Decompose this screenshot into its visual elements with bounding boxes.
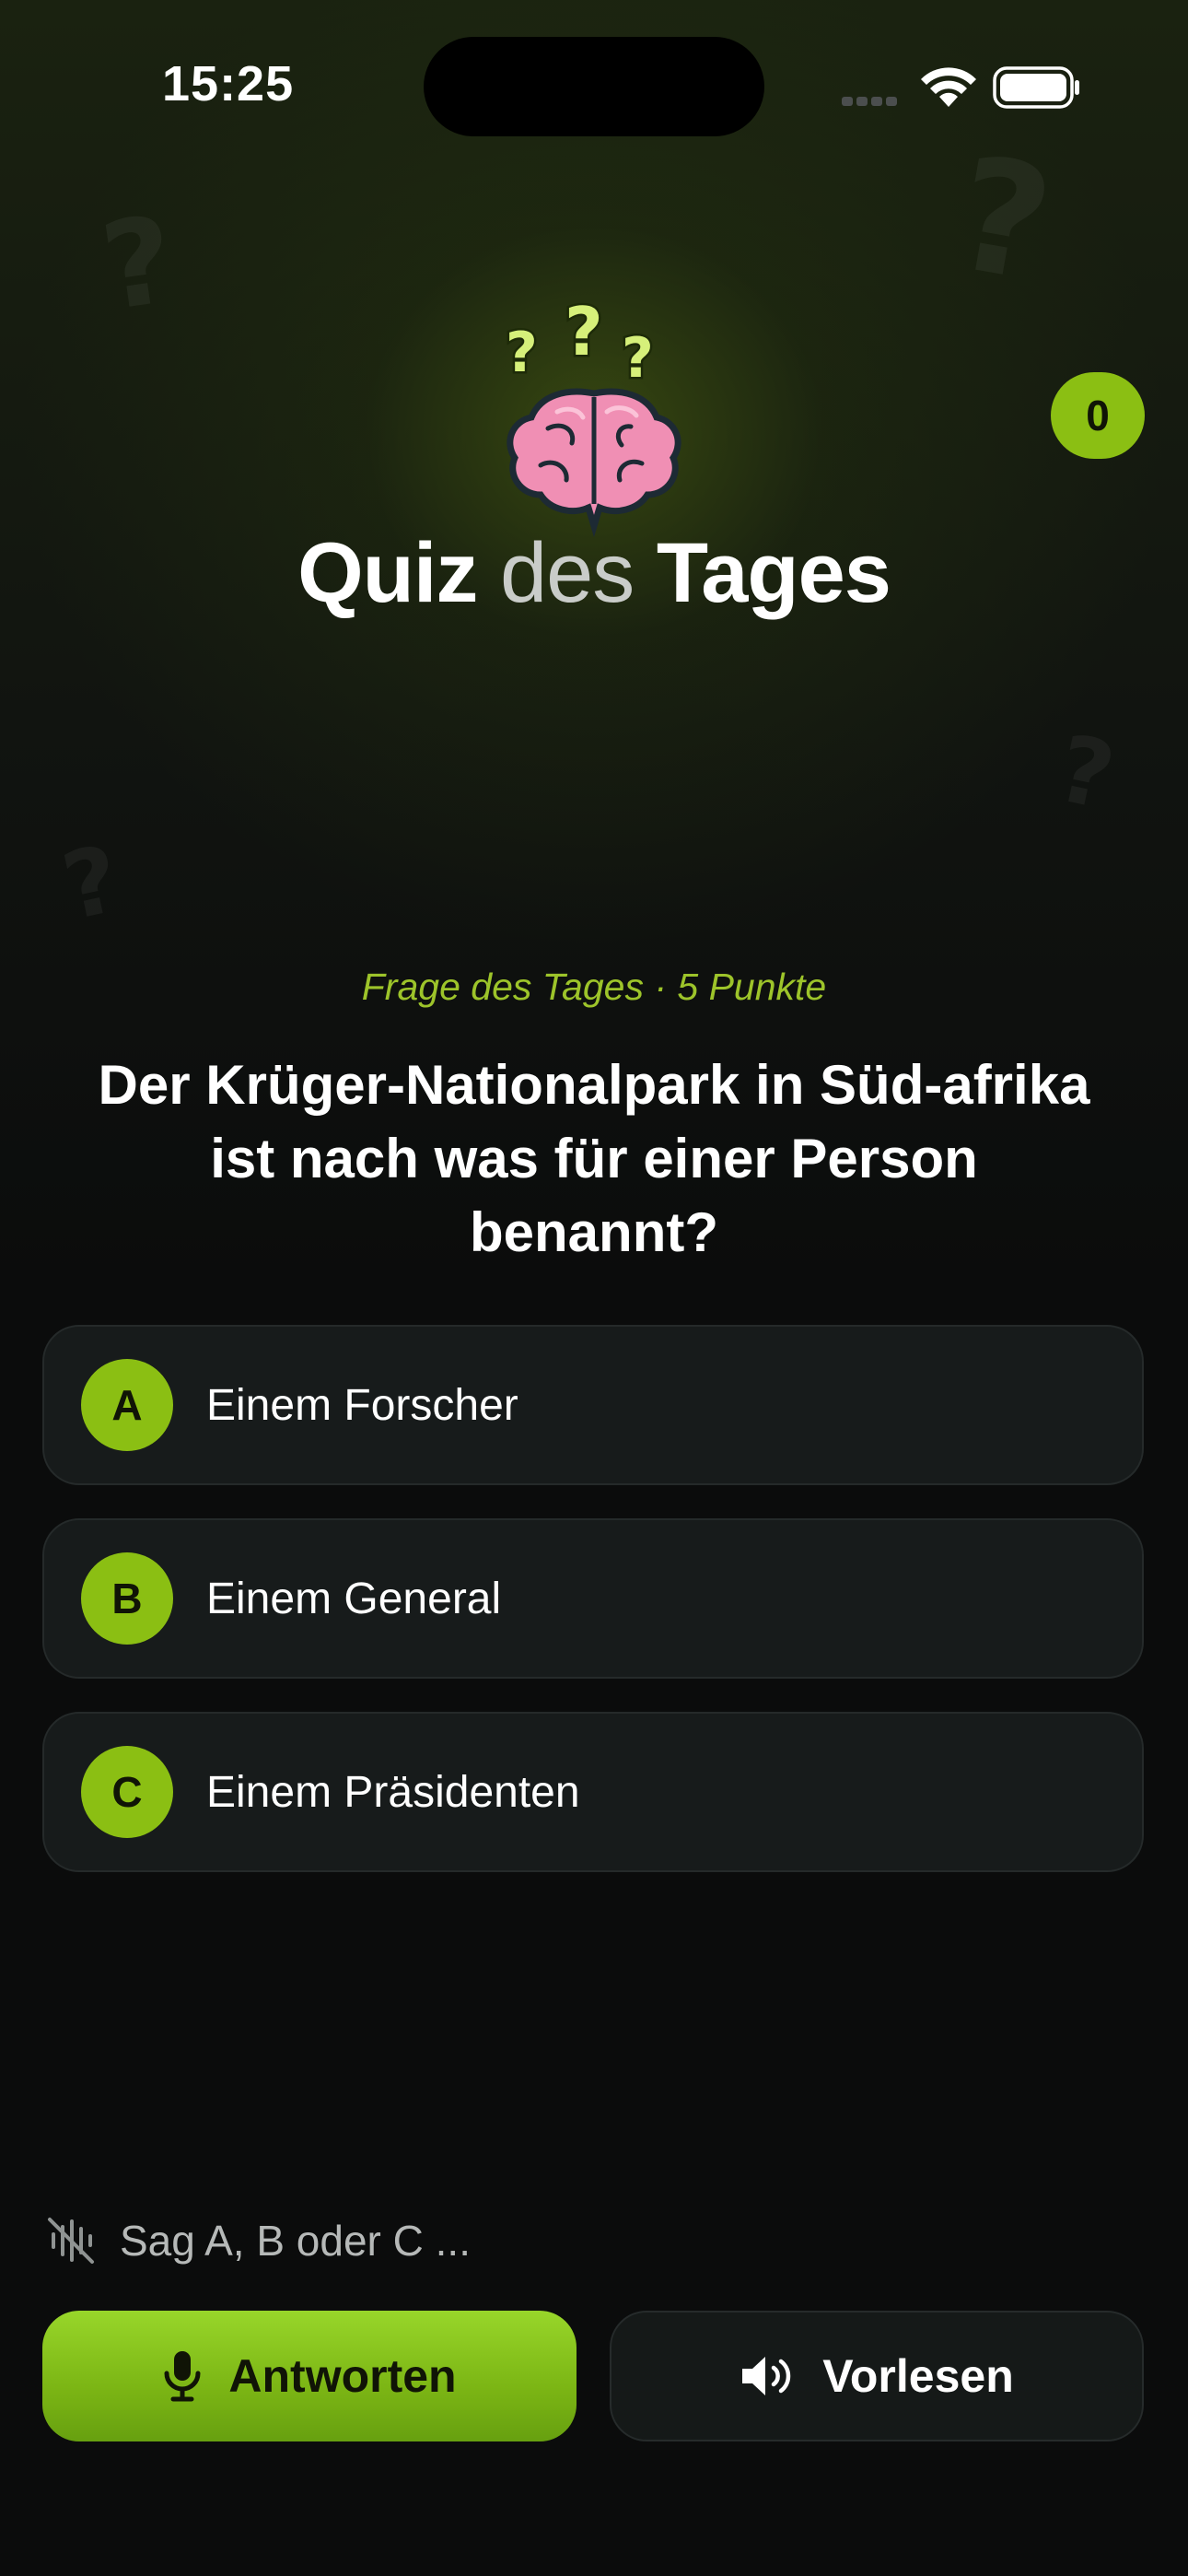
wifi-icon: [921, 67, 976, 107]
cellular-signal-icon: [842, 94, 901, 111]
answer-label: Einem Forscher: [206, 1380, 518, 1430]
status-time: 15:25: [162, 56, 295, 111]
dynamic-island: [424, 37, 764, 136]
voice-hint-text: Sag A, B oder C ...: [120, 2217, 471, 2265]
status-bar: 15:25: [0, 0, 1188, 166]
answer-letter-badge: C: [81, 1746, 173, 1838]
voice-hint: Sag A, B oder C ...: [46, 2216, 471, 2266]
title-des: des: [499, 526, 635, 620]
battery-icon: [993, 66, 1079, 109]
read-aloud-button[interactable]: Vorlesen: [610, 2311, 1144, 2441]
svg-text:?: ?: [506, 321, 538, 385]
page-title: Quiz des Tages: [0, 525, 1188, 622]
answer-option-b[interactable]: B Einem General: [42, 1518, 1144, 1679]
answer-label: Einem General: [206, 1574, 502, 1623]
question-meta: Frage des Tages · 5 Punkte: [361, 966, 827, 1008]
title-tages: Tages: [656, 526, 891, 620]
answer-option-a[interactable]: A Einem Forscher: [42, 1325, 1144, 1485]
svg-text:?: ?: [622, 326, 654, 391]
read-aloud-button-label: Vorlesen: [822, 2350, 1014, 2402]
score-badge: 0: [1051, 372, 1145, 459]
title-quiz: Quiz: [297, 526, 478, 620]
voice-off-icon: [48, 2218, 94, 2264]
question-text: Der Krüger-Nationalpark in Süd-afrika is…: [98, 1054, 1090, 1263]
answer-button[interactable]: Antworten: [42, 2311, 577, 2441]
microphone-icon: [164, 2351, 201, 2402]
answer-list: A Einem Forscher B Einem General C Einem…: [42, 1325, 1144, 1905]
speaker-icon: [742, 2357, 791, 2395]
svg-text:?: ?: [565, 299, 603, 370]
answer-option-c[interactable]: C Einem Präsidenten: [42, 1712, 1144, 1872]
answer-letter-badge: B: [81, 1552, 173, 1645]
answer-letter-badge: A: [81, 1359, 173, 1451]
brain-question-icon: ? ? ?: [504, 299, 681, 538]
answer-label: Einem Präsidenten: [206, 1767, 580, 1817]
answer-button-label: Antworten: [228, 2350, 457, 2402]
